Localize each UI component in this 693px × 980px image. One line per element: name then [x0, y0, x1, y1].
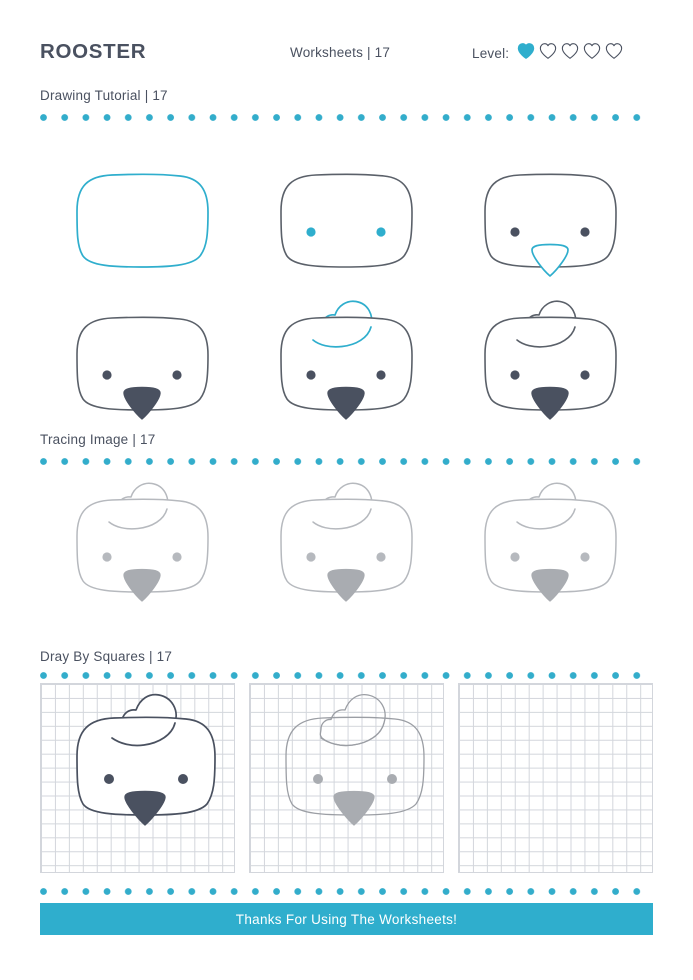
step-eyes[interactable] [244, 150, 448, 292]
heart-icon [583, 42, 601, 64]
divider-dotted-1 [40, 114, 653, 121]
level-indicator: Level: [472, 40, 623, 66]
section-label-drawing-tutorial: Drawing Tutorial | 17 [40, 88, 168, 103]
grid-panel-trace[interactable] [249, 683, 444, 873]
page-title: ROOSTER [40, 40, 147, 63]
worksheets-count-label: Worksheets | 17 [290, 45, 391, 60]
tracing-image-1[interactable] [40, 475, 244, 635]
step-beak-filled[interactable] [40, 293, 244, 435]
divider-dotted-3 [40, 672, 653, 679]
tracing-image-2[interactable] [244, 475, 448, 635]
section-label-tracing-image: Tracing Image | 17 [40, 432, 156, 447]
footer-message: Thanks For Using The Worksheets! [235, 911, 458, 927]
divider-dotted-footer [40, 888, 653, 895]
section-label-draw-by-squares: Dray By Squares | 17 [40, 649, 173, 664]
level-hearts [517, 42, 623, 64]
tracing-row [40, 475, 653, 635]
step-comb-outline[interactable] [244, 293, 448, 435]
divider-dotted-2 [40, 458, 653, 465]
worksheet-page: ROOSTER Worksheets | 17 Level: Drawing T… [0, 0, 693, 980]
step-head-outline[interactable] [40, 150, 244, 292]
grid-art-light [285, 693, 425, 826]
grid-panel-blank[interactable] [458, 683, 653, 873]
heart-icon [539, 42, 557, 64]
footer-banner: Thanks For Using The Worksheets! [40, 903, 653, 935]
step-complete[interactable] [448, 293, 652, 435]
grid-art-dark [76, 693, 216, 826]
tracing-image-3[interactable] [448, 475, 652, 635]
squares-row [40, 683, 653, 873]
heart-icon [517, 42, 535, 64]
level-label: Level: [472, 45, 510, 61]
tutorial-steps [40, 150, 653, 435]
page-header: ROOSTER Worksheets | 17 Level: [40, 38, 653, 70]
grid-panel-reference[interactable] [40, 683, 235, 873]
heart-icon [605, 42, 623, 64]
step-beak-outline[interactable] [448, 150, 652, 292]
heart-icon [561, 42, 579, 64]
